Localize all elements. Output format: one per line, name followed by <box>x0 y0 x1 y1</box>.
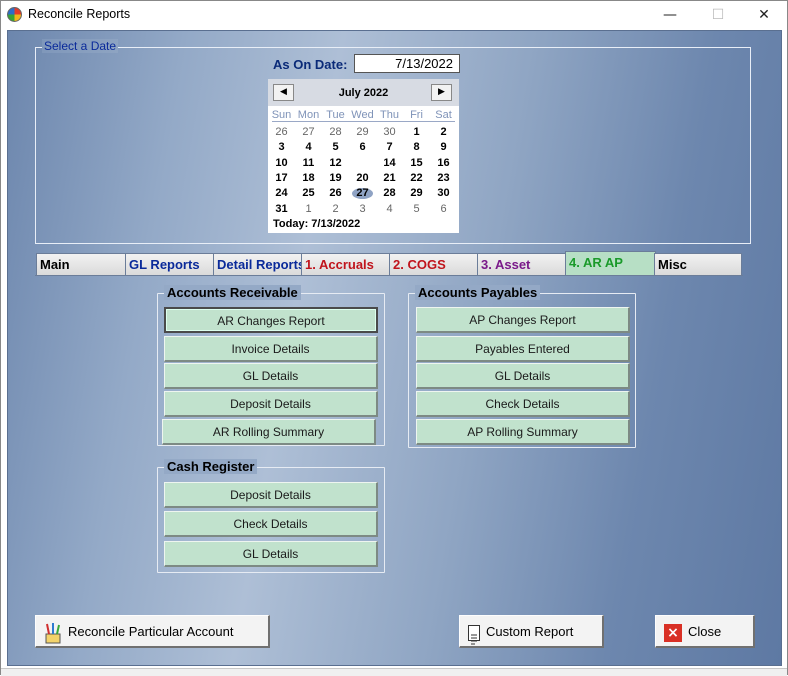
maximize-button[interactable]: ☐ <box>695 1 741 29</box>
calendar-day[interactable]: 4 <box>376 202 403 217</box>
tab-main[interactable]: Main <box>36 253 127 276</box>
calendar-day[interactable]: 13 <box>349 156 376 171</box>
calendar-day[interactable]: 26 <box>268 125 295 140</box>
calendar-day[interactable]: 4 <box>295 140 322 155</box>
calendar-day[interactable]: 10 <box>268 156 295 171</box>
tab-asset[interactable]: 3. Asset <box>477 253 566 276</box>
cash-register-legend: Cash Register <box>164 459 258 474</box>
calendar-day[interactable]: 8 <box>403 140 430 155</box>
client-area: Select a Date As On Date: 7/13/2022 July… <box>7 30 782 666</box>
calendar-day[interactable]: 1 <box>295 202 322 217</box>
calendar-day[interactable]: 5 <box>403 202 430 217</box>
calendar-day[interactable]: 25 <box>295 186 322 201</box>
calendar-day[interactable]: 30 <box>430 186 457 201</box>
calendar-day[interactable]: 27 <box>349 186 376 201</box>
reconcile-reports-window: Reconcile Reports — ☐ ✕ Select a Date As… <box>0 0 788 676</box>
calendar-day[interactable]: 20 <box>349 171 376 186</box>
calendar-day[interactable]: 29 <box>403 186 430 201</box>
calendar-day[interactable]: 11 <box>295 156 322 171</box>
calendar-today-link[interactable]: Today: 7/13/2022 <box>273 218 360 230</box>
calendar-day[interactable]: 6 <box>430 202 457 217</box>
tab-misc[interactable]: Misc <box>654 253 742 276</box>
calendar-day[interactable]: 14 <box>376 156 403 171</box>
calendar-week-row: 3456789 <box>268 140 459 155</box>
app-icon <box>7 7 22 22</box>
calendar-day[interactable]: 26 <box>322 186 349 201</box>
calendar-day[interactable]: 28 <box>376 186 403 201</box>
calendar-day[interactable]: 16 <box>430 156 457 171</box>
close-button-label: Close <box>688 624 722 639</box>
calendar-day[interactable]: 28 <box>322 125 349 140</box>
ap-changes-report-button[interactable]: AP Changes Report <box>416 307 630 333</box>
tab-strip-line <box>35 275 743 276</box>
ar-rolling-summary-button[interactable]: AR Rolling Summary <box>162 419 376 445</box>
ar-deposit-details-button[interactable]: Deposit Details <box>164 391 378 417</box>
invoice-details-button[interactable]: Invoice Details <box>164 336 378 362</box>
cash-deposit-details-button[interactable]: Deposit Details <box>164 482 378 508</box>
calendar-day[interactable]: 29 <box>349 125 376 140</box>
reconcile-particular-account-label: Reconcile Particular Account <box>68 624 234 639</box>
close-window-button[interactable]: ✕ <box>741 1 787 29</box>
calendar-week-row: 10 11 12 13 14 15 16 <box>268 156 459 171</box>
reconcile-particular-account-button[interactable]: Reconcile Particular Account <box>35 615 270 648</box>
close-x-icon: × <box>664 623 682 642</box>
calendar-day[interactable]: 5 <box>322 140 349 155</box>
calendar-day[interactable]: 2 <box>430 125 457 140</box>
calendar-day[interactable]: 30 <box>376 125 403 140</box>
accounts-payables-legend: Accounts Payables <box>415 285 541 300</box>
calendar-day[interactable]: 21 <box>376 171 403 186</box>
calendar-day[interactable]: 15 <box>403 156 430 171</box>
custom-report-label: Custom Report <box>486 624 574 639</box>
tab-cogs[interactable]: 2. COGS <box>389 253 478 276</box>
ar-gl-details-button[interactable]: GL Details <box>164 363 378 389</box>
document-icon <box>468 624 480 645</box>
calendar-week-row: 31 1 2 3 4 5 6 <box>268 202 459 217</box>
select-date-legend: Select a Date <box>42 39 119 53</box>
calendar-day[interactable]: 22 <box>403 171 430 186</box>
calendar-day[interactable]: 23 <box>430 171 457 186</box>
calendar-day[interactable]: 3 <box>268 140 295 155</box>
calendar-day[interactable]: 17 <box>268 171 295 186</box>
month-calendar[interactable]: July 2022 ◀ ▶ Sun Mon Tue Wed Thu Fri Sa… <box>268 79 459 233</box>
as-on-date-label: As On Date: <box>273 57 348 72</box>
calendar-divider <box>272 121 455 122</box>
title-bar[interactable]: Reconcile Reports — ☐ ✕ <box>1 1 787 29</box>
calendar-week-row: 26 27 28 29 30 1 2 <box>268 125 459 140</box>
cash-gl-details-button[interactable]: GL Details <box>164 541 378 567</box>
tab-accruals[interactable]: 1. Accruals <box>301 253 390 276</box>
ap-gl-details-button[interactable]: GL Details <box>416 363 630 389</box>
calendar-day[interactable]: 18 <box>295 171 322 186</box>
window-title: Reconcile Reports <box>28 7 131 21</box>
calendar-next-button[interactable]: ▶ <box>431 84 452 101</box>
calendar-day[interactable]: 12 <box>322 156 349 171</box>
calendar-prev-button[interactable]: ◀ <box>273 84 294 101</box>
calendar-day[interactable]: 31 <box>268 202 295 217</box>
pencils-cup-icon <box>44 622 62 644</box>
calendar-week-row: 17 18 19 20 21 22 23 <box>268 171 459 186</box>
ap-check-details-button[interactable]: Check Details <box>416 391 630 417</box>
accounts-receivable-legend: Accounts Receivable <box>164 285 301 300</box>
ar-changes-report-button[interactable]: AR Changes Report <box>164 307 378 333</box>
calendar-header: July 2022 ◀ ▶ <box>268 79 459 106</box>
custom-report-button[interactable]: Custom Report <box>459 615 604 648</box>
ap-rolling-summary-button[interactable]: AP Rolling Summary <box>416 419 630 445</box>
calendar-day[interactable]: 27 <box>295 125 322 140</box>
calendar-week-row: 24 25 26 27 28 29 30 <box>268 186 459 201</box>
tab-ar-ap[interactable]: 4. AR AP <box>565 251 656 276</box>
calendar-day[interactable]: 24 <box>268 186 295 201</box>
calendar-day[interactable]: 1 <box>403 125 430 140</box>
minimize-button[interactable]: — <box>647 1 693 29</box>
calendar-day[interactable]: 2 <box>322 202 349 217</box>
calendar-day[interactable]: 3 <box>349 202 376 217</box>
as-on-date-field[interactable]: 7/13/2022 <box>354 54 460 73</box>
calendar-day[interactable]: 9 <box>430 140 457 155</box>
payables-entered-button[interactable]: Payables Entered <box>416 336 630 362</box>
cash-check-details-button[interactable]: Check Details <box>164 511 378 537</box>
calendar-day[interactable]: 6 <box>349 140 376 155</box>
tab-gl-reports[interactable]: GL Reports <box>125 253 214 276</box>
close-button[interactable]: × Close <box>655 615 755 648</box>
tab-detail-reports[interactable]: Detail Reports <box>213 253 302 276</box>
calendar-day[interactable]: 19 <box>322 171 349 186</box>
calendar-day[interactable]: 7 <box>376 140 403 155</box>
